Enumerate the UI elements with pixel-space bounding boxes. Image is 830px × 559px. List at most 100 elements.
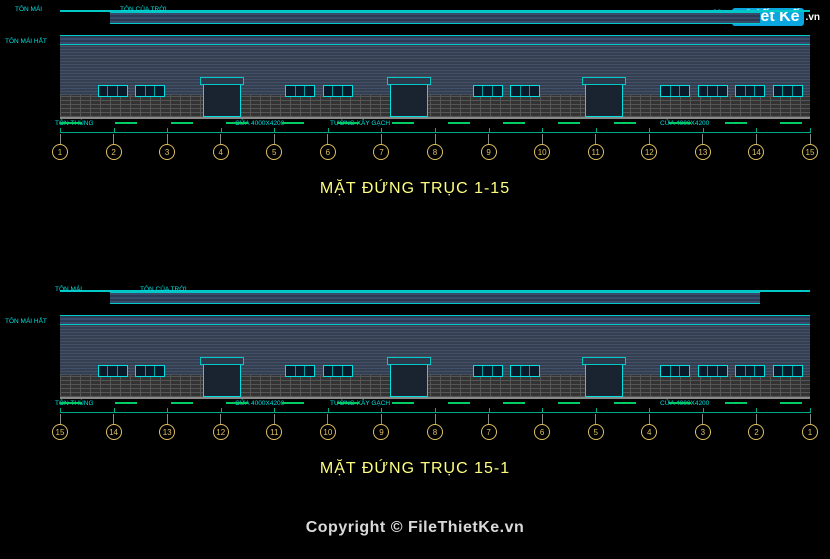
- axis-bubble: 3: [695, 424, 711, 440]
- dim-tick: [274, 128, 275, 133]
- axis-mark: 4: [213, 134, 229, 160]
- label-ton-mai: TÔN MÁI: [55, 286, 82, 293]
- axis-bubble: 1: [52, 144, 68, 160]
- dim-tick: [756, 128, 757, 133]
- dim-tick: [596, 128, 597, 133]
- axis-tick: [167, 414, 168, 424]
- axis-bubble: 2: [748, 424, 764, 440]
- axis-bubble: 13: [695, 144, 711, 160]
- dim-tick: [274, 408, 275, 413]
- axis-mark: 11: [588, 134, 604, 160]
- dim-tick: [167, 408, 168, 413]
- building-top: TÔN MÁI TÔN CỦA TRỜI TÔN MÁI HẮT TÔN THÙ…: [60, 10, 810, 130]
- axis-tick: [274, 414, 275, 424]
- axis-tick: [381, 414, 382, 424]
- axis-bubble: 8: [427, 144, 443, 160]
- axis-mark: 6: [534, 414, 550, 440]
- dim-mark: [669, 402, 691, 404]
- dim-mark: [725, 402, 747, 404]
- dim-tick: [649, 128, 650, 133]
- axis-tick: [327, 414, 328, 424]
- axis-tick: [756, 414, 757, 424]
- dim-mark: [558, 122, 580, 124]
- dim-mark: [115, 122, 137, 124]
- dim-tick: [542, 408, 543, 413]
- axis-mark: 15: [802, 134, 818, 160]
- door: [390, 82, 428, 117]
- door: [390, 362, 428, 397]
- dim-tick: [649, 408, 650, 413]
- axis-bubble: 1: [802, 424, 818, 440]
- door: [203, 82, 241, 117]
- dim-mark: [392, 122, 414, 124]
- axis-tick: [167, 134, 168, 144]
- axis-mark: 5: [266, 134, 282, 160]
- dim-tick: [435, 128, 436, 133]
- base-line: [60, 117, 810, 119]
- dim-mark: [60, 402, 82, 404]
- axis-bubble: 2: [106, 144, 122, 160]
- dim-mark: [503, 402, 525, 404]
- dim-tick: [328, 408, 329, 413]
- label-ton-mai: TÔN MÁI: [15, 6, 42, 13]
- dim-mark: [448, 122, 470, 124]
- dim-mark: [60, 122, 82, 124]
- axis-mark: 8: [427, 134, 443, 160]
- axis-tick: [595, 414, 596, 424]
- axis-mark: 4: [641, 414, 657, 440]
- axis-bubble: 9: [373, 424, 389, 440]
- elevation-15-1: TÔN MÁI TÔN CỦA TRỜI TÔN MÁI HẮT TÔN THÙ…: [0, 280, 830, 480]
- axis-mark: 12: [213, 414, 229, 440]
- axis-bubble: 10: [534, 144, 550, 160]
- axis-tick: [542, 414, 543, 424]
- dim-mark: [226, 122, 248, 124]
- axis-tick: [702, 134, 703, 144]
- dim-mark: [780, 402, 802, 404]
- axis-mark: 15: [52, 414, 68, 440]
- axis-mark: 14: [106, 414, 122, 440]
- dim-tick: [328, 128, 329, 133]
- axis-mark: 13: [159, 414, 175, 440]
- axis-bubble: 12: [213, 424, 229, 440]
- dim-mark: [337, 402, 359, 404]
- axis-mark: 3: [159, 134, 175, 160]
- dim-tick: [114, 408, 115, 413]
- axis-bubble: 12: [641, 144, 657, 160]
- axis-mark: 10: [534, 134, 550, 160]
- axis-tick: [60, 134, 61, 144]
- dim-mark: [171, 122, 193, 124]
- axis-tick: [649, 414, 650, 424]
- axis-tick: [649, 134, 650, 144]
- green-underbars: [60, 400, 810, 406]
- base-line: [60, 397, 810, 399]
- axis-bubble: 13: [159, 424, 175, 440]
- dim-tick: [114, 128, 115, 133]
- dim-mark: [282, 402, 304, 404]
- door: [585, 362, 623, 397]
- axis-mark: 2: [748, 414, 764, 440]
- axis-bubble: 14: [748, 144, 764, 160]
- axis-bubble: 11: [588, 144, 604, 160]
- axis-bubble: 7: [373, 144, 389, 160]
- axis-tick: [595, 134, 596, 144]
- dim-mark: [226, 402, 248, 404]
- dim-tick: [703, 408, 704, 413]
- dim-tick: [381, 128, 382, 133]
- axis-bubble: 5: [266, 144, 282, 160]
- axis-tick: [220, 134, 221, 144]
- dim-mark: [337, 122, 359, 124]
- dim-tick: [756, 408, 757, 413]
- dim-mark: [503, 122, 525, 124]
- dim-tick: [810, 128, 811, 133]
- dim-tick: [167, 128, 168, 133]
- axis-mark: 9: [481, 134, 497, 160]
- dim-mark: [115, 402, 137, 404]
- axis-row-bottom: 151413121110987654321: [60, 410, 810, 440]
- axis-tick: [488, 414, 489, 424]
- axis-mark: 8: [427, 414, 443, 440]
- axis-tick: [488, 134, 489, 144]
- dim-mark: [448, 402, 470, 404]
- drawing-title-15-1: MẶT ĐỨNG TRỤC 15-1: [320, 460, 510, 478]
- axis-tick: [60, 414, 61, 424]
- axis-tick: [381, 134, 382, 144]
